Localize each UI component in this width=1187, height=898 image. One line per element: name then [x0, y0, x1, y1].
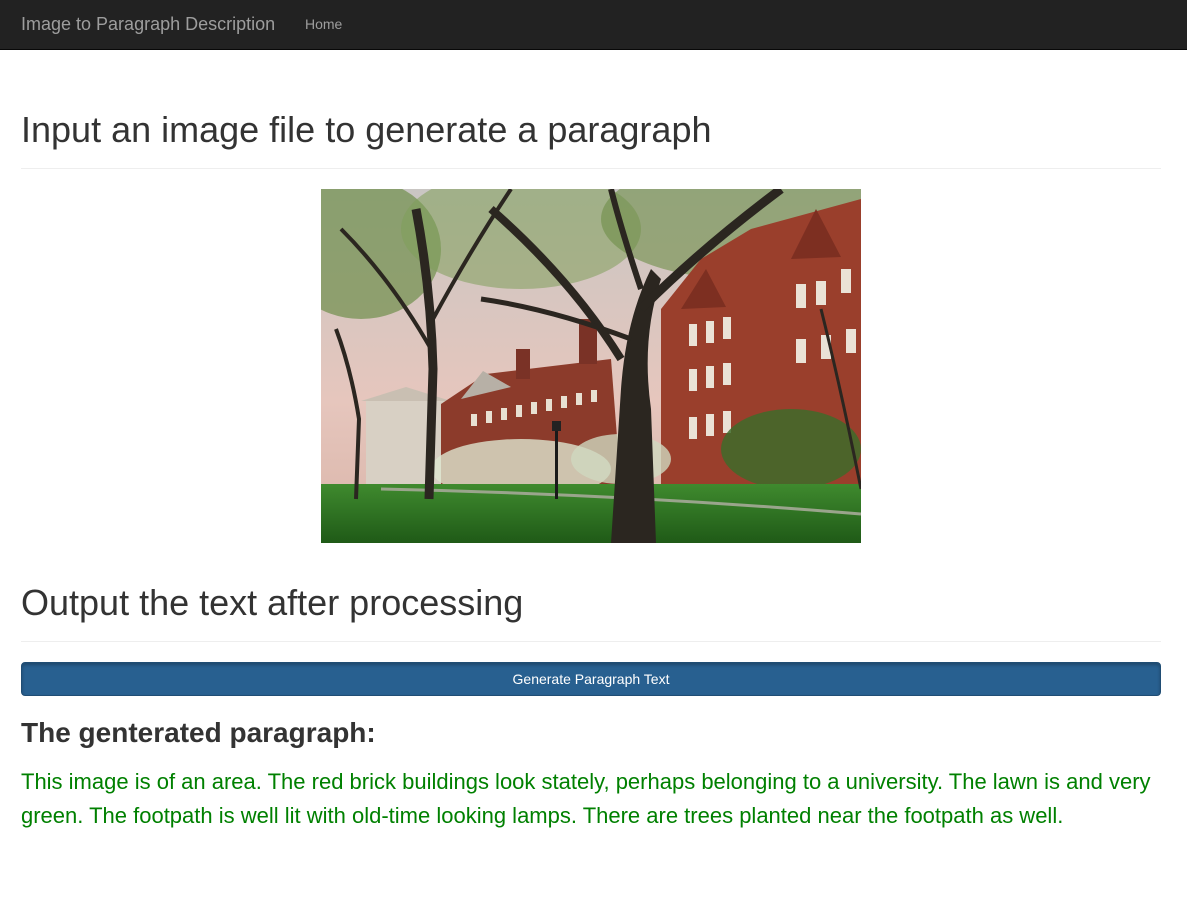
- nav-link-home[interactable]: Home: [305, 16, 342, 33]
- section-divider: [21, 641, 1161, 642]
- uploaded-image-preview: [321, 189, 861, 543]
- result-heading: The genterated paragraph:: [21, 717, 376, 748]
- navbar-brand[interactable]: Image to Paragraph Description: [21, 13, 275, 35]
- generated-paragraph-text: This image is of an area. The red brick …: [21, 769, 1151, 828]
- input-section-title: Input an image file to generate a paragr…: [21, 109, 712, 150]
- top-navbar: Image to Paragraph Description Home: [0, 0, 1187, 50]
- generate-paragraph-button[interactable]: Generate Paragraph Text: [21, 662, 1161, 696]
- section-divider: [21, 168, 1161, 169]
- output-section-title: Output the text after processing: [21, 582, 524, 623]
